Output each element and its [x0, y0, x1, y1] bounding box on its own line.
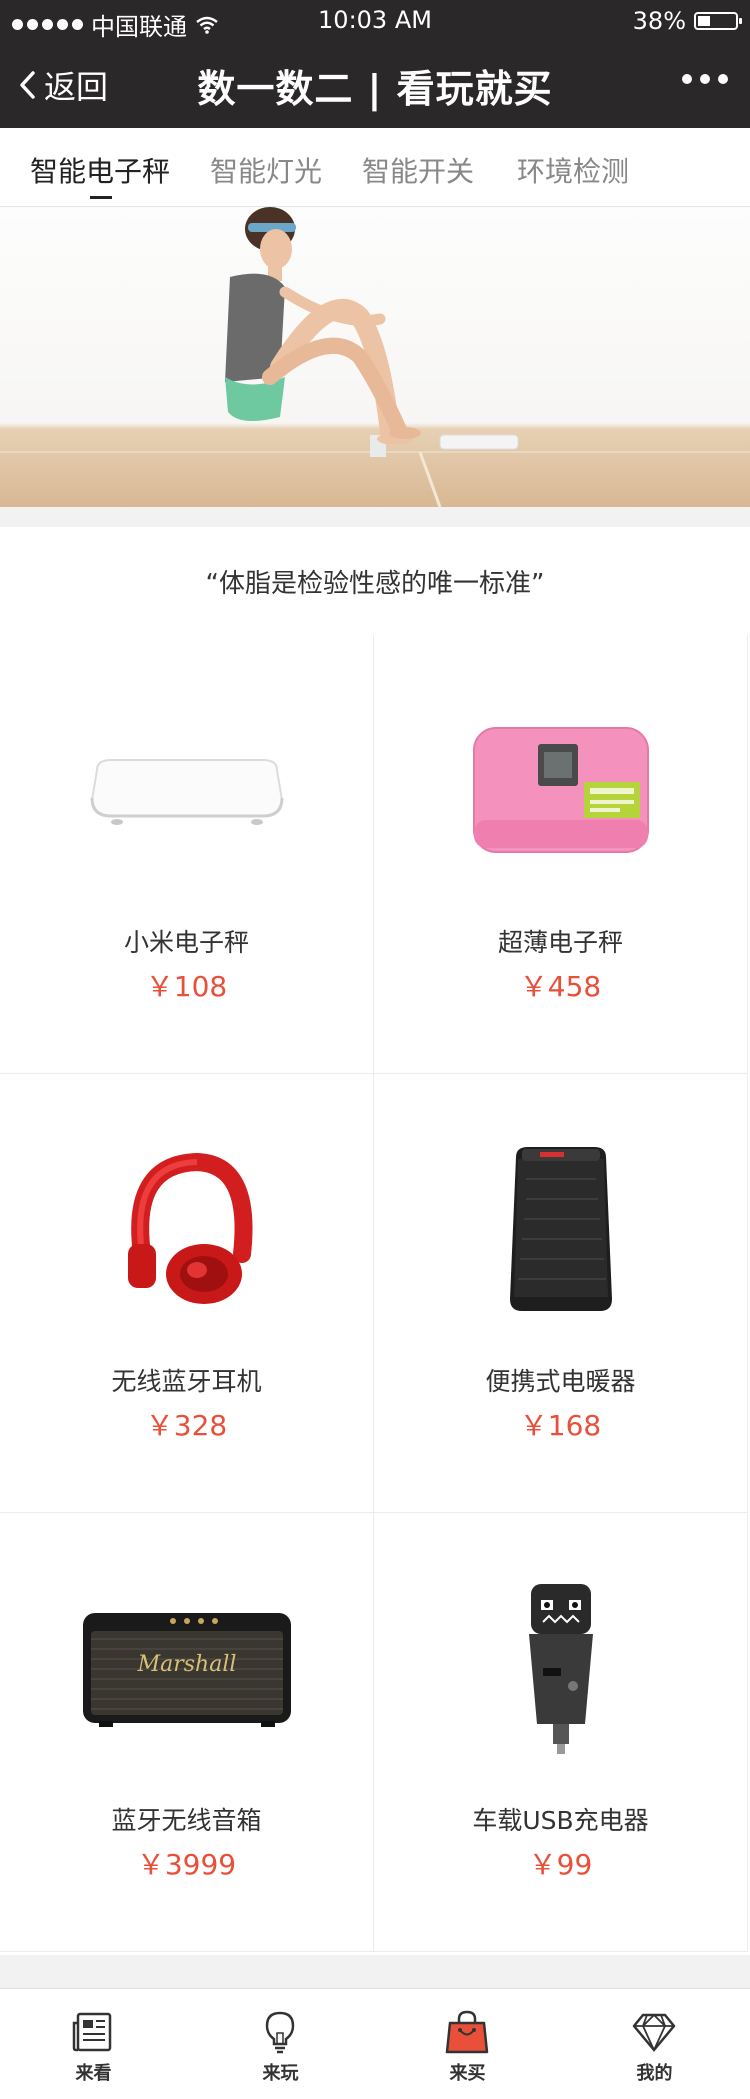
product-price: ￥108	[145, 970, 228, 1003]
product-name: 小米电子秤	[123, 928, 249, 957]
hero-banner[interactable]	[0, 207, 750, 507]
active-tab-indicator	[90, 196, 112, 199]
red-headphones-icon	[127, 1152, 253, 1304]
tab-look[interactable]: 来看	[0, 1989, 187, 2099]
diamond-icon	[632, 2013, 676, 2053]
product-card[interactable]: 超薄电子秤 ￥458	[374, 635, 748, 1074]
quote-section: “体脂是检验性感的唯一标准”	[0, 527, 750, 636]
tab-label: 我的	[636, 2063, 673, 2084]
product-price: ￥328	[145, 1409, 228, 1442]
tab-label: 来看	[75, 2063, 112, 2084]
tab-label: 来玩	[262, 2063, 299, 2084]
product-name: 蓝牙无线音箱	[111, 1806, 262, 1835]
product-card[interactable]: 无线蓝牙耳机 ￥328	[0, 1074, 374, 1513]
black-heater-icon	[509, 1147, 612, 1311]
newspaper-icon	[72, 2012, 112, 2052]
product-name: 无线蓝牙耳机	[111, 1367, 262, 1396]
pink-scale-icon	[472, 727, 649, 853]
battery-icon	[694, 12, 742, 30]
speaker-brand-logo: Marshall	[136, 1652, 236, 1677]
tab-buy[interactable]: 来买	[374, 1989, 561, 2099]
battery-percent: 38%	[632, 7, 686, 35]
product-name: 便携式电暖器	[485, 1367, 636, 1396]
product-price: ￥3999	[136, 1848, 237, 1881]
tab-label: 来买	[449, 2063, 486, 2084]
page-title: 数一数二 | 看玩就买	[197, 67, 553, 111]
more-menu-button[interactable]	[682, 74, 728, 84]
tab-environment-monitor[interactable]: 环境检测	[517, 150, 629, 190]
product-card[interactable]: 小米电子秤 ￥108	[0, 635, 374, 1074]
product-card[interactable]: 便携式电暖器 ￥168	[374, 1074, 748, 1513]
lightbulb-icon	[265, 2011, 295, 2054]
product-grid: 小米电子秤 ￥108 超薄电子秤 ￥458 无线蓝牙耳机 ￥328 便携式电暖器…	[0, 635, 750, 1955]
category-tabs: 智能电子秤 智能灯光 智能开关 环境检测	[0, 128, 750, 207]
nav-bar: 返回 数一数二 | 看玩就买	[0, 40, 750, 128]
tab-play[interactable]: 来玩	[187, 1989, 374, 2099]
product-name: 超薄电子秤	[497, 928, 623, 957]
tab-smart-lighting[interactable]: 智能灯光	[210, 150, 322, 190]
tab-smart-scale[interactable]: 智能电子秤	[30, 150, 170, 190]
tab-smart-switch[interactable]: 智能开关	[362, 150, 474, 190]
slogan-quote: “体脂是检验性感的唯一标准”	[205, 569, 545, 599]
product-price: ￥99	[528, 1848, 593, 1881]
product-price: ￥458	[519, 970, 602, 1003]
product-price: ￥168	[519, 1409, 602, 1442]
white-scale-icon	[90, 759, 283, 825]
bottom-tab-bar: 来看 来玩 来买 我的	[0, 1988, 750, 2099]
marshall-speaker-icon: Marshall	[82, 1613, 291, 1727]
car-charger-icon	[528, 1584, 593, 1754]
status-bar: 中国联通 10:03 AM 38%	[0, 0, 750, 41]
product-name: 车载USB充电器	[472, 1806, 649, 1835]
shopping-bag-icon	[445, 2010, 489, 2054]
product-card[interactable]: Marshall 蓝牙无线音箱 ￥3999	[0, 1513, 374, 1952]
banner-illustration	[0, 207, 750, 507]
tab-me[interactable]: 我的	[561, 1989, 748, 2099]
product-card[interactable]: 车载USB充电器 ￥99	[374, 1513, 748, 1952]
